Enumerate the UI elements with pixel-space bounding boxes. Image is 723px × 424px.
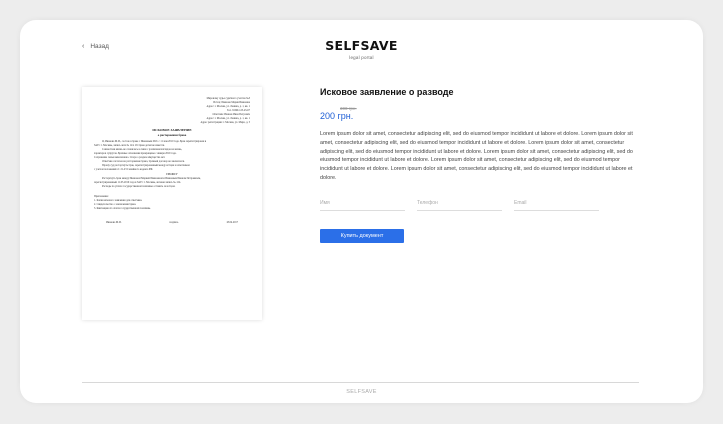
document-subtitle: о расторжении брака [157,133,187,137]
brand-logo[interactable]: SELFSAVE legal portal [20,38,703,60]
document-signature-row: Иванова М.И. подпись 18.04.2017 [94,221,250,224]
phone-field[interactable] [417,199,502,211]
product-title: Исковое заявление о разводе [320,87,454,97]
footer-brand: SELFSAVE [346,389,377,395]
brand-subtitle: legal portal [349,55,374,60]
document-sign-label: подпись [169,221,179,224]
document-sign-date: 18.04.2017 [226,221,238,224]
brand-title: SELFSAVE [325,38,398,53]
page-card: ‹ Назад SELFSAVE legal portal Мировому с… [20,20,703,403]
product-panel: Исковое заявление о разводе 300 грн. 200… [320,87,638,243]
product-description: Lorem ipsum dolor sit amet, consectetur … [320,131,633,181]
footer-divider [82,382,639,383]
document-preview: Мировому судье судебного участка №3 Исте… [82,87,262,320]
document-header: Мировому судье судебного участка №3 Исте… [94,97,250,125]
order-form [320,199,638,211]
buy-document-button[interactable]: Купить документ [320,228,404,243]
email-field[interactable] [514,199,599,211]
name-field[interactable] [320,199,405,211]
current-price: 200 грн. [320,111,354,121]
document-attachment: 3. Квитанция об оплате государственной п… [94,207,151,210]
document-sign-name: Иванова М.И. [106,221,122,224]
